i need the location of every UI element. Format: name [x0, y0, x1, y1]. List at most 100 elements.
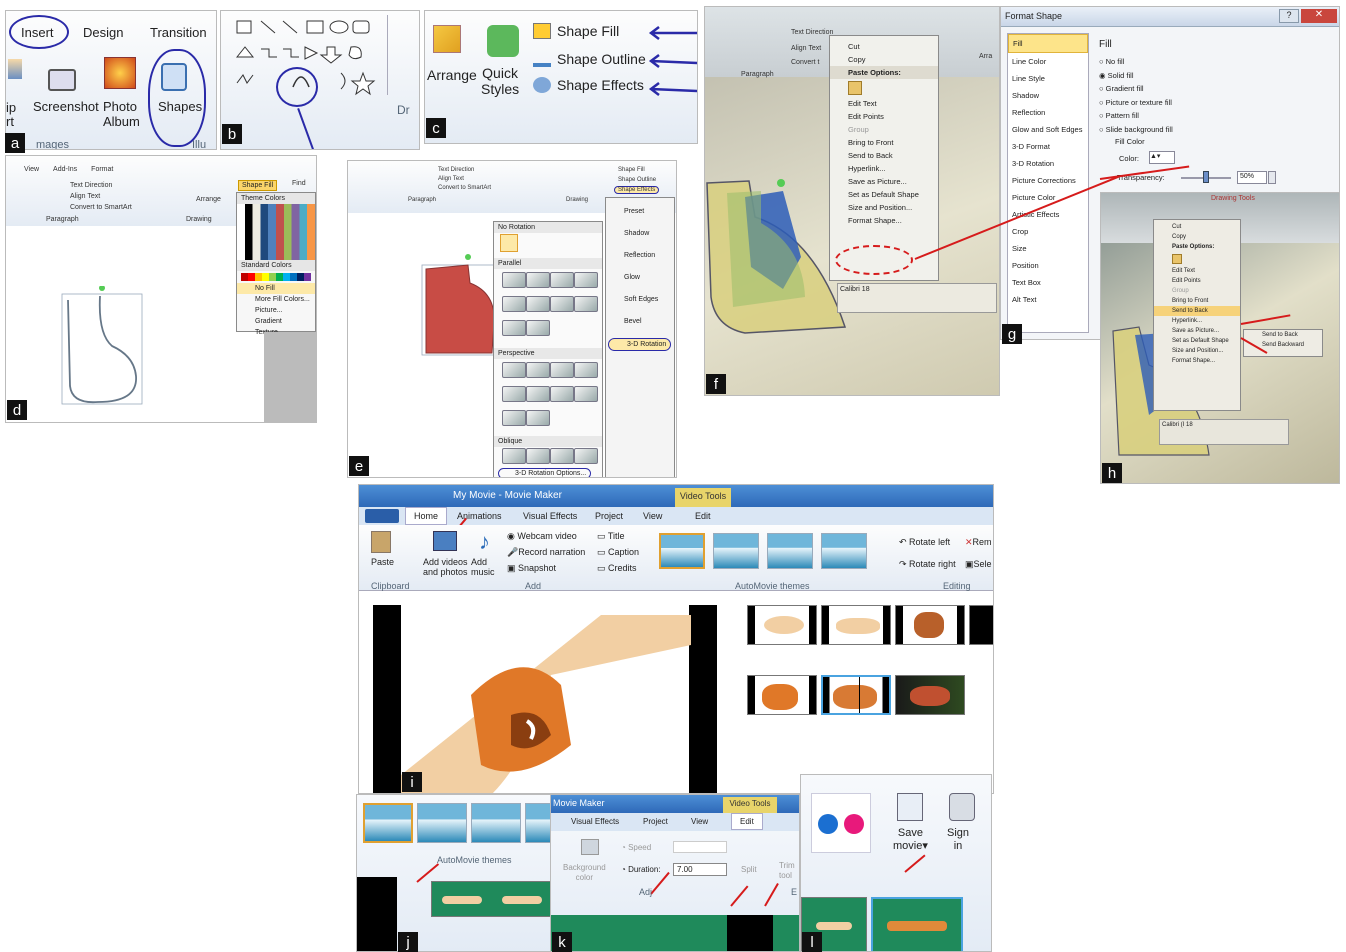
menu-bring-to-front[interactable]: Bring to Front	[1154, 296, 1240, 306]
preset-cube[interactable]	[550, 386, 574, 402]
timeline-clip-selected[interactable]	[871, 897, 963, 951]
menu-group[interactable]: Group	[1154, 286, 1240, 296]
paste-option-icon[interactable]	[1154, 252, 1240, 266]
tab-project[interactable]: Project	[643, 817, 668, 826]
record-narration-button[interactable]: 🎤Record narration	[507, 547, 585, 558]
text-direction-button[interactable]: Text Direction	[438, 167, 474, 173]
menu-size-position[interactable]: Size and Position...	[830, 201, 938, 214]
rotate-right-button[interactable]: ↷ Rotate right	[899, 559, 956, 570]
convert-smartart-button[interactable]: Convert to SmartArt	[438, 185, 491, 191]
preset-cube[interactable]	[502, 320, 526, 336]
preset-cube[interactable]	[526, 448, 550, 464]
automovie-theme-thumbnail[interactable]	[471, 803, 521, 843]
video-preview[interactable]	[373, 605, 717, 793]
screenshot-button[interactable]: Screenshot	[33, 99, 99, 114]
submenu-send-to-back[interactable]: Send to Back	[1244, 330, 1322, 340]
storyboard-clip[interactable]	[969, 605, 993, 645]
arrange-button[interactable]: Arra	[979, 53, 992, 60]
app-menu-button[interactable]	[365, 509, 399, 523]
preset-cube[interactable]	[574, 296, 598, 312]
transparency-slider-thumb[interactable]	[1203, 171, 1209, 183]
standard-color-row[interactable]	[241, 273, 311, 281]
menu-edit-text[interactable]: Edit Text	[830, 97, 938, 110]
timeline-clip[interactable]	[431, 881, 551, 917]
photo-album-button[interactable]: Photo Album	[103, 99, 140, 129]
video-preview[interactable]	[551, 915, 799, 951]
automovie-theme-thumbnail[interactable]	[417, 803, 467, 843]
convert-smartart-button[interactable]: Convert to SmartArt	[70, 204, 132, 211]
title-button[interactable]: ▭ Title	[597, 531, 625, 542]
nav-line-color[interactable]: Line Color	[1008, 53, 1088, 70]
effect-reflection[interactable]: Reflection	[606, 250, 659, 261]
shape-fill-button[interactable]: Shape Fill	[557, 23, 619, 39]
save-movie-button[interactable]: Save movie▾	[893, 827, 928, 853]
menu-format-shape[interactable]: Format Shape...	[830, 214, 938, 227]
option-gradient-fill[interactable]: ○ Gradient fill	[1099, 82, 1173, 96]
preset-cube[interactable]	[550, 362, 574, 378]
tab-visual-effects[interactable]: Visual Effects	[523, 511, 577, 521]
no-rotation-option[interactable]	[500, 234, 518, 252]
split-button[interactable]: Split	[741, 865, 757, 874]
font-name[interactable]: Calibri	[840, 286, 860, 293]
tab-edit[interactable]: Edit	[731, 813, 763, 830]
caption-button[interactable]: ▭ Caption	[597, 547, 639, 558]
text-direction-button[interactable]: Text Direction	[70, 182, 112, 189]
mini-toolbar[interactable]: Calibri 18	[837, 283, 997, 313]
transparency-spinner[interactable]	[1268, 171, 1276, 184]
nav-shadow[interactable]: Shadow	[1008, 87, 1088, 104]
duration-input[interactable]: 7.00	[673, 863, 727, 876]
automovie-theme-thumbnail[interactable]	[767, 533, 813, 569]
3d-rotation-options[interactable]: 3-D Rotation Options...	[498, 468, 592, 477]
more-fill-colors-option[interactable]: More Fill Colors...	[237, 294, 315, 305]
arrange-button[interactable]: Arrange	[196, 196, 221, 203]
automovie-theme-thumbnail[interactable]	[363, 803, 413, 843]
speed-dropdown[interactable]	[673, 841, 727, 853]
align-text-button[interactable]: Align Text	[70, 193, 100, 200]
nav-position[interactable]: Position	[1008, 257, 1088, 274]
menu-edit-points[interactable]: Edit Points	[1154, 276, 1240, 286]
transparency-value-input[interactable]: 50%	[1237, 171, 1267, 184]
font-size[interactable]: 18	[862, 286, 870, 293]
tab-transitions[interactable]: Transition	[150, 25, 207, 40]
storyboard-clip[interactable]	[747, 605, 817, 645]
automovie-theme-thumbnail[interactable]	[821, 533, 867, 569]
text-direction-button[interactable]: Text Direction	[791, 29, 833, 36]
tab-design[interactable]: Design	[83, 25, 123, 40]
background-color-button[interactable]: Background color	[563, 863, 606, 883]
remove-button[interactable]: ✕Rem	[965, 537, 992, 548]
theme-color-grid[interactable]	[237, 204, 315, 260]
menu-format-shape[interactable]: Format Shape...	[1154, 356, 1240, 366]
sign-in-button[interactable]: Sign in	[947, 827, 969, 853]
align-text-button[interactable]: Align Text	[438, 176, 464, 182]
paste-option-icon[interactable]	[830, 79, 938, 97]
preset-cube[interactable]	[502, 386, 526, 402]
add-videos-button[interactable]: Add videos and photos	[423, 557, 468, 577]
preset-cube[interactable]	[574, 362, 598, 378]
shape-fill-button[interactable]: Shape Fill	[238, 180, 278, 191]
tab-view[interactable]: View	[24, 166, 39, 173]
nav-crop[interactable]: Crop	[1008, 223, 1088, 240]
option-picture-fill[interactable]: ○ Picture or texture fill	[1099, 96, 1173, 110]
storyboard-clip-selected[interactable]	[821, 675, 891, 715]
effect-3d-rotation[interactable]: 3-D Rotation	[608, 338, 672, 351]
find-button[interactable]: Find	[292, 180, 306, 187]
storyboard-clip[interactable]	[747, 675, 817, 715]
flickr-icon[interactable]	[811, 793, 871, 853]
webcam-video-button[interactable]: ◉ Webcam video	[507, 531, 577, 542]
effect-shadow[interactable]: Shadow	[606, 228, 653, 239]
tab-home[interactable]: Home	[405, 507, 448, 525]
trim-tool-button[interactable]: Trim tool	[779, 861, 795, 881]
preset-cube[interactable]	[502, 362, 526, 378]
tab-edit[interactable]: Edit	[695, 511, 711, 521]
select-all-button[interactable]: ▣Sele	[965, 559, 992, 570]
menu-size-position[interactable]: Size and Position...	[1154, 346, 1240, 356]
menu-copy[interactable]: Copy	[830, 53, 938, 66]
preset-cube[interactable]	[550, 272, 574, 288]
add-music-button[interactable]: Add music	[471, 557, 495, 577]
effect-glow[interactable]: Glow	[606, 272, 644, 283]
nav-fill[interactable]: Fill	[1008, 34, 1088, 53]
snapshot-button[interactable]: ▣ Snapshot	[507, 563, 556, 574]
no-fill-option[interactable]: No Fill	[237, 283, 315, 294]
menu-send-to-back[interactable]: Send to Back	[1154, 306, 1240, 316]
tab-view[interactable]: View	[643, 511, 662, 521]
